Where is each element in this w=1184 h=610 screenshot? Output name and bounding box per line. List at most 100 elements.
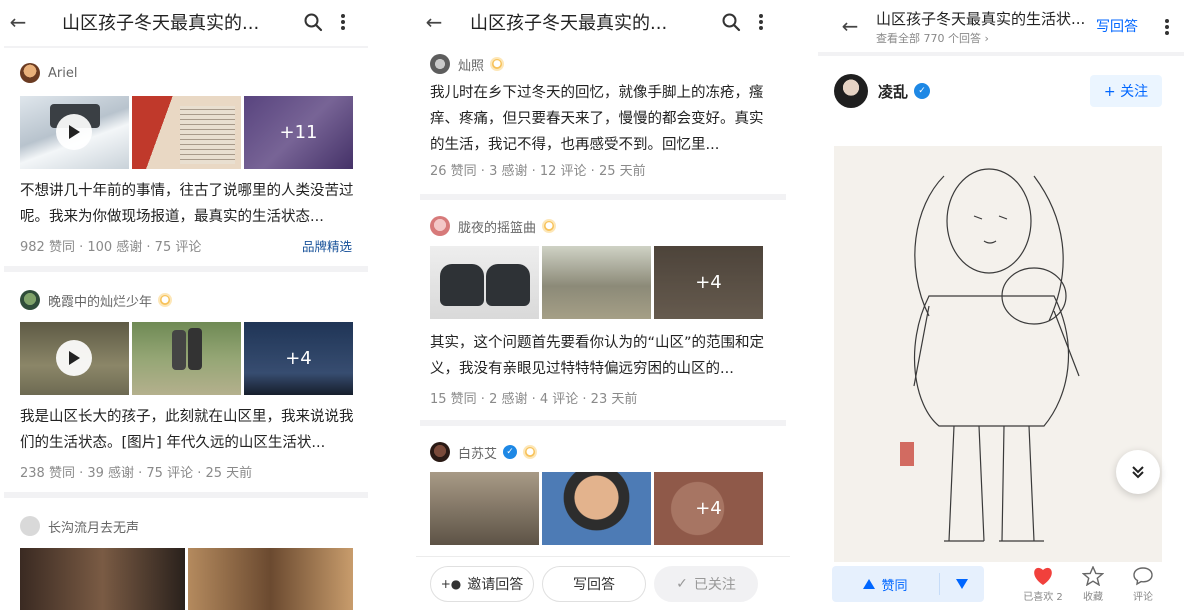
answer-author[interactable]: 胧夜的摇篮曲 ● xyxy=(430,216,557,236)
top-bar: ← 山区孩子冬天最真实的... xyxy=(416,0,790,44)
divider xyxy=(4,266,368,272)
avatar xyxy=(20,63,40,83)
image-thumbnail[interactable]: +4 xyxy=(654,472,763,545)
answer-meta: 15 赞同 · 2 感谢 · 4 评论 · 23 天前 xyxy=(430,392,638,407)
avatar xyxy=(430,54,450,74)
answer-author[interactable]: 长沟流月去无声 xyxy=(20,516,139,536)
search-icon[interactable] xyxy=(298,12,328,32)
back-arrow-icon[interactable]: ← xyxy=(416,10,452,34)
bottom-action-bar: +● 邀请回答 写回答 ✓ 已关注 xyxy=(416,556,790,610)
more-vertical-icon[interactable] xyxy=(328,13,358,31)
triangle-up-icon xyxy=(863,579,876,589)
like-button[interactable]: 已喜欢 2 xyxy=(1018,566,1068,603)
vote-control: 赞同 xyxy=(832,566,984,602)
divider xyxy=(4,46,368,48)
upvote-label: 赞同 xyxy=(881,578,908,594)
more-images-count[interactable]: +4 xyxy=(244,322,353,395)
answer-excerpt[interactable]: 不想讲几十年前的事情，往古了说哪里的人类没苦过呢。我来为你做现场报道，最真实的生… xyxy=(20,178,354,230)
play-icon[interactable] xyxy=(56,340,92,376)
image-row[interactable]: +4 xyxy=(20,322,353,395)
video-thumbnail[interactable] xyxy=(20,322,129,395)
search-icon[interactable] xyxy=(716,12,746,32)
image-thumbnail[interactable] xyxy=(430,246,539,319)
star-icon xyxy=(1082,566,1104,586)
answer-detail-panel: ← 山区孩子冬天最真实的生活状... 查看全部 770 个回答 › 写回答 凌乱… xyxy=(818,0,1184,610)
more-vertical-icon[interactable] xyxy=(1164,18,1170,40)
answer-author[interactable]: Ariel xyxy=(20,63,77,83)
followed-label: 已关注 xyxy=(693,576,736,593)
image-thumbnail[interactable] xyxy=(132,322,241,395)
badge-icon: ● xyxy=(490,57,505,71)
upvote-button[interactable]: 赞同 xyxy=(832,575,939,594)
more-vertical-icon[interactable] xyxy=(746,13,776,31)
author-name: 胧夜的摇篮曲 xyxy=(458,220,537,236)
sketch-illustration xyxy=(834,146,1162,562)
write-answer-button[interactable]: 写回答 xyxy=(1096,16,1138,36)
back-arrow-icon[interactable]: ← xyxy=(0,10,36,34)
author-name: 晚霞中的灿烂少年 xyxy=(48,294,153,310)
answer-author[interactable]: 白苏艾 ✓ ● xyxy=(430,442,538,462)
answer-meta: 26 赞同 · 3 感谢 · 12 评论 · 25 天前 xyxy=(430,164,646,179)
comment-button[interactable]: 评论 xyxy=(1118,566,1168,603)
badge-icon: ● xyxy=(523,445,538,459)
image-thumbnail[interactable] xyxy=(20,548,185,610)
author-name: Ariel xyxy=(48,65,78,81)
comment-label: 评论 xyxy=(1133,592,1153,603)
image-row[interactable]: +11 xyxy=(20,96,353,169)
image-row[interactable] xyxy=(20,548,353,610)
answer-meta: 238 赞同 · 39 感谢 · 75 评论 · 25 天前 xyxy=(20,466,253,481)
answer-author[interactable]: 灿照 ● xyxy=(430,54,505,74)
answer-author[interactable]: 凌乱 ✓ xyxy=(834,74,931,108)
view-all-answers-link[interactable]: 查看全部 770 个回答 › xyxy=(876,30,989,46)
avatar xyxy=(430,442,450,462)
answer-excerpt[interactable]: 其实，这个问题首先要看你认为的“山区”的范围和定义，我没有亲眼见过特特特偏远穷困… xyxy=(430,330,772,382)
follow-button[interactable]: + 关注 xyxy=(1090,75,1162,107)
image-thumbnail[interactable] xyxy=(132,96,241,169)
badge-icon: ● xyxy=(542,219,557,233)
image-thumbnail[interactable]: +4 xyxy=(654,246,763,319)
author-name: 白苏艾 xyxy=(458,446,498,462)
followed-button[interactable]: ✓ 已关注 xyxy=(654,565,758,602)
question-title[interactable]: 山区孩子冬天最真实的... xyxy=(36,9,298,35)
image-thumbnail[interactable]: +11 xyxy=(244,96,353,169)
image-thumbnail[interactable] xyxy=(430,472,539,545)
answer-author[interactable]: 晚霞中的灿烂少年 ● xyxy=(20,290,173,310)
video-thumbnail[interactable] xyxy=(20,96,129,169)
badge-icon: ● xyxy=(158,293,173,307)
answer-list-panel-middle: ← 山区孩子冬天最真实的... 灿照 ● 我儿时在乡下过冬天的回忆，就像手脚上的… xyxy=(416,0,790,610)
question-title[interactable]: 山区孩子冬天最真实的生活状... xyxy=(876,8,1085,29)
back-arrow-icon[interactable]: ← xyxy=(832,14,868,38)
more-images-count[interactable]: +4 xyxy=(654,472,763,545)
scroll-down-button[interactable] xyxy=(1116,450,1160,494)
invite-answer-button[interactable]: +● 邀请回答 xyxy=(430,565,534,602)
check-icon: ✓ xyxy=(676,575,688,592)
image-row[interactable]: +4 xyxy=(430,246,763,319)
double-chevron-down-icon xyxy=(1132,466,1144,479)
answer-excerpt[interactable]: 我是山区长大的孩子，此刻就在山区里，我来说说我们的生活状态。[图片] 年代久远的… xyxy=(20,404,354,456)
invite-label: 邀请回答 xyxy=(467,576,524,593)
verified-icon: ✓ xyxy=(503,445,518,459)
collect-button[interactable]: 收藏 xyxy=(1068,566,1118,603)
avatar xyxy=(20,516,40,536)
question-title[interactable]: 山区孩子冬天最真实的... xyxy=(452,9,716,35)
downvote-button[interactable] xyxy=(940,579,984,589)
image-thumbnail[interactable] xyxy=(542,246,651,319)
more-images-count[interactable]: +11 xyxy=(244,96,353,169)
verified-icon: ✓ xyxy=(914,83,931,99)
image-row[interactable]: +4 xyxy=(430,472,763,545)
divider xyxy=(420,194,786,200)
play-icon[interactable] xyxy=(56,114,92,150)
image-thumbnail[interactable]: +4 xyxy=(244,322,353,395)
image-thumbnail[interactable] xyxy=(188,548,353,610)
divider xyxy=(818,52,1184,56)
write-answer-button[interactable]: 写回答 xyxy=(542,565,646,602)
image-thumbnail[interactable] xyxy=(542,472,651,545)
answer-image[interactable] xyxy=(834,146,1162,562)
answer-excerpt[interactable]: 我儿时在乡下过冬天的回忆，就像手脚上的冻疮，瘙痒、疼痛，但只要春天来了，慢慢的都… xyxy=(430,80,772,158)
more-images-count[interactable]: +4 xyxy=(654,246,763,319)
divider xyxy=(420,420,786,426)
avatar xyxy=(834,74,868,108)
author-name: 灿照 xyxy=(458,58,485,74)
write-label: 写回答 xyxy=(573,576,615,593)
author-name: 长沟流月去无声 xyxy=(48,520,140,536)
